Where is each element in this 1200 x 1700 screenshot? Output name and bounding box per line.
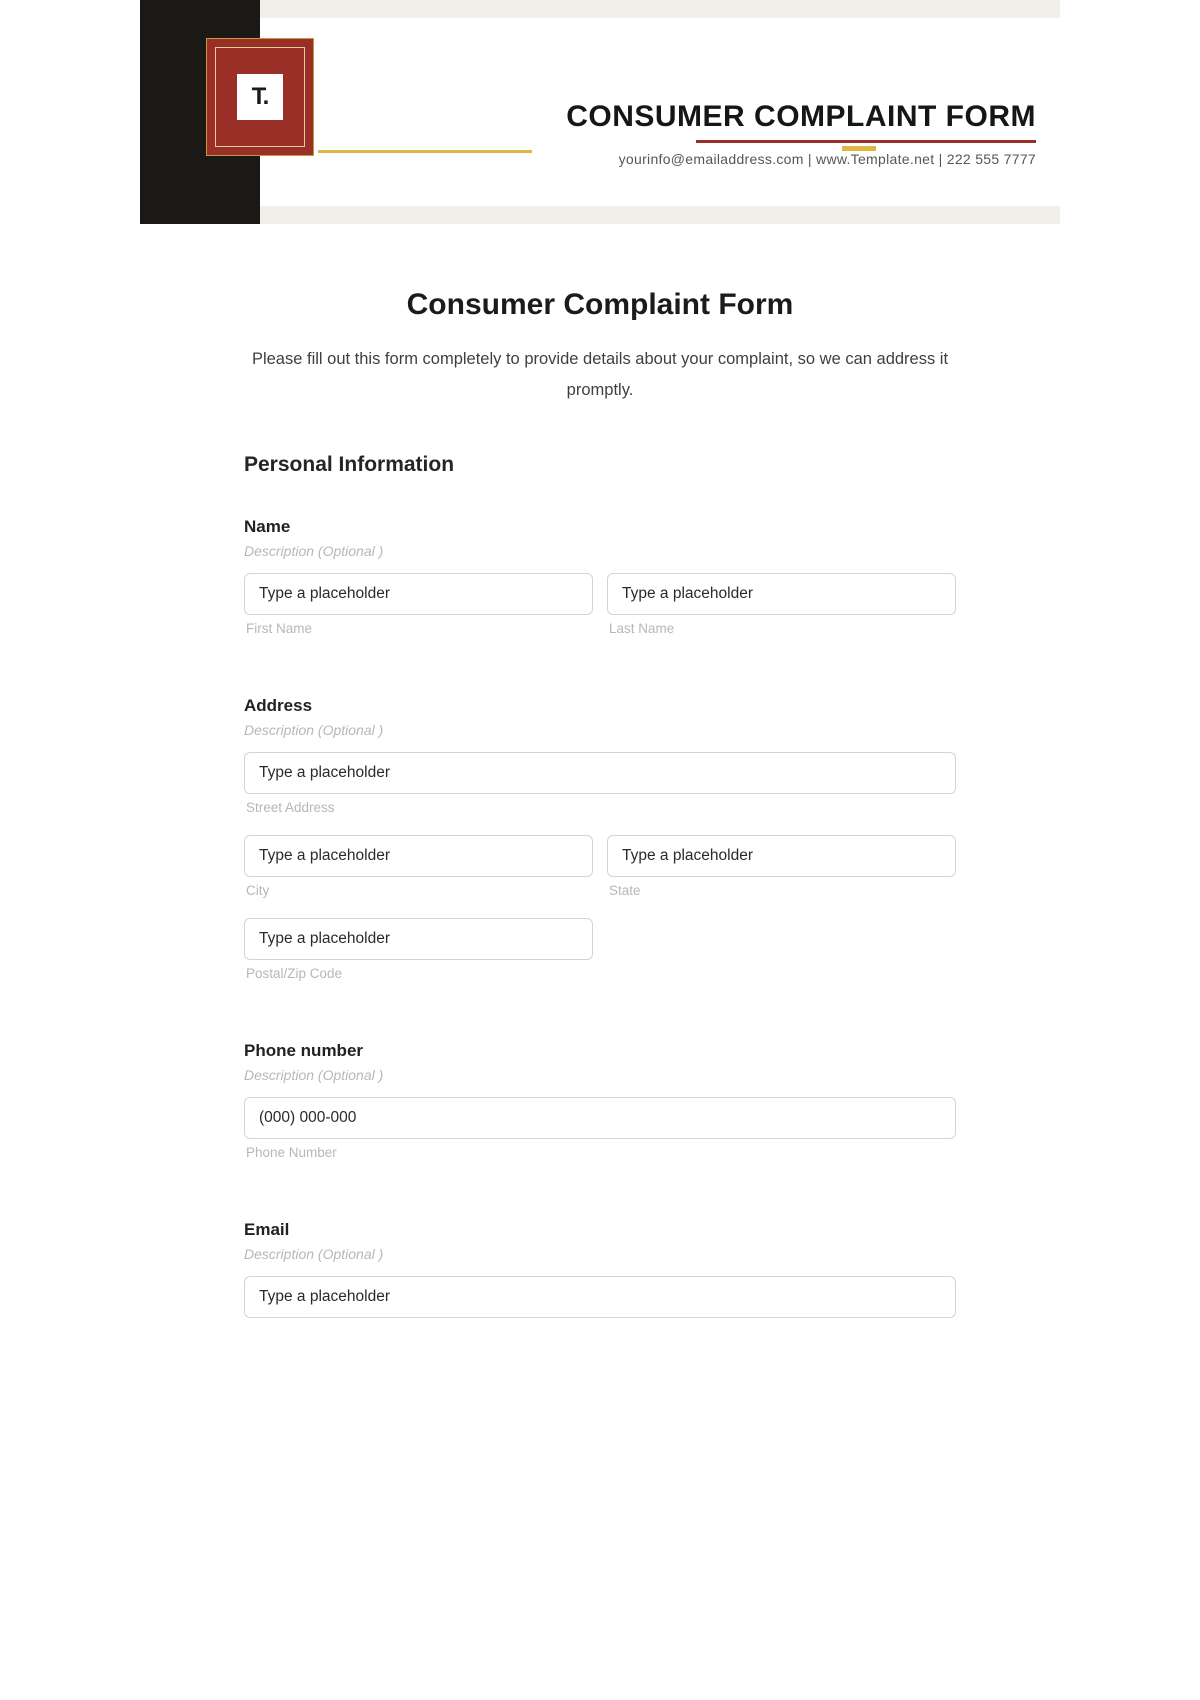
- email-input[interactable]: [244, 1276, 956, 1318]
- form-intro: Please fill out this form completely to …: [250, 344, 950, 407]
- first-name-input[interactable]: [244, 573, 593, 615]
- phone-description: Description (Optional ): [244, 1067, 956, 1083]
- header-contact-line: yourinfo@emailaddress.com | www.Template…: [566, 151, 1036, 167]
- field-group-email: Email Description (Optional ): [244, 1220, 956, 1318]
- state-input[interactable]: [607, 835, 956, 877]
- header-gold-rule: [318, 150, 532, 153]
- first-name-sublabel: First Name: [244, 615, 593, 650]
- phone-label: Phone number: [244, 1041, 956, 1061]
- page: T. CONSUMER COMPLAINT FORM yourinfo@emai…: [140, 0, 1060, 1318]
- field-group-name: Name Description (Optional ) First Name …: [244, 517, 956, 650]
- form-body: Consumer Complaint Form Please fill out …: [140, 224, 1060, 1318]
- name-description: Description (Optional ): [244, 543, 956, 559]
- state-sublabel: State: [607, 877, 956, 912]
- field-group-address: Address Description (Optional ) Street A…: [244, 696, 956, 995]
- city-sublabel: City: [244, 877, 593, 912]
- header-rule-gold-accent: [842, 146, 876, 151]
- header-rule-group: [566, 140, 1036, 143]
- last-name-sublabel: Last Name: [607, 615, 956, 650]
- header-title: CONSUMER COMPLAINT FORM: [566, 100, 1036, 134]
- postal-code-input[interactable]: [244, 918, 593, 960]
- phone-number-sublabel: Phone Number: [244, 1139, 956, 1174]
- logo: T.: [206, 38, 314, 156]
- postal-code-sublabel: Postal/Zip Code: [244, 960, 593, 995]
- address-label: Address: [244, 696, 956, 716]
- street-address-sublabel: Street Address: [244, 794, 956, 829]
- city-input[interactable]: [244, 835, 593, 877]
- logo-frame: T.: [215, 47, 305, 147]
- email-description: Description (Optional ): [244, 1246, 956, 1262]
- logo-mark: T.: [237, 74, 283, 120]
- section-personal-info: Personal Information: [244, 453, 956, 477]
- form-title: Consumer Complaint Form: [244, 288, 956, 322]
- phone-number-input[interactable]: [244, 1097, 956, 1139]
- street-address-input[interactable]: [244, 752, 956, 794]
- address-description: Description (Optional ): [244, 722, 956, 738]
- field-group-phone: Phone number Description (Optional ) Pho…: [244, 1041, 956, 1174]
- last-name-input[interactable]: [607, 573, 956, 615]
- name-label: Name: [244, 517, 956, 537]
- document-header: T. CONSUMER COMPLAINT FORM yourinfo@emai…: [140, 0, 1060, 224]
- header-right: CONSUMER COMPLAINT FORM yourinfo@emailad…: [566, 100, 1036, 167]
- email-label: Email: [244, 1220, 956, 1240]
- header-rule-red: [696, 140, 1036, 143]
